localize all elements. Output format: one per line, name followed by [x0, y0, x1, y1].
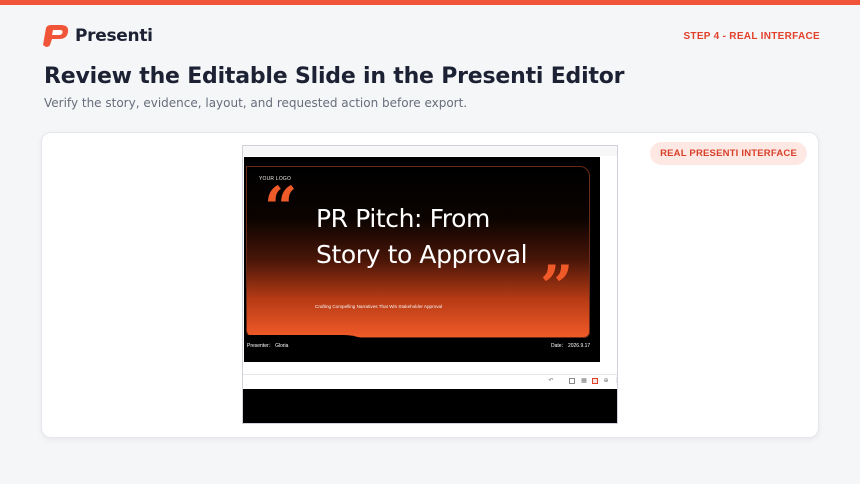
brand-name: Presenti [75, 26, 153, 46]
brand-logo: Presenti [40, 24, 153, 48]
interface-badge: REAL PRESENTI INTERFACE [650, 142, 807, 165]
grid-icon[interactable]: ▦ [581, 378, 587, 384]
slide-presenter[interactable]: Presenter： Gloria [247, 342, 288, 349]
slide-title[interactable]: PR Pitch: From Story to Approval [316, 201, 566, 273]
slide-date[interactable]: Date： 2026.9.17 [551, 342, 590, 349]
open-quote-mark: “ [264, 174, 298, 242]
slide-title-line2: Story to Approval [316, 240, 528, 269]
slide-title-line1: PR Pitch: From [316, 204, 490, 233]
top-accent-bar [0, 0, 860, 5]
step-label: STEP 4 - REAL INTERFACE [683, 31, 820, 42]
slide-subtitle[interactable]: Crafting Compelling Narratives That Win … [315, 304, 442, 309]
more-icon[interactable]: ⋮ [614, 378, 617, 384]
undo-icon[interactable]: ↶ [548, 378, 554, 384]
editor-bottom-panel [243, 389, 617, 423]
slide-canvas[interactable]: YOUR LOGO “ PR Pitch: From Story to Appr… [244, 157, 600, 362]
presenti-editor-screenshot: YOUR LOGO “ PR Pitch: From Story to Appr… [242, 145, 618, 424]
editor-top-strip [243, 146, 617, 156]
close-quote-mark: ” [540, 253, 574, 321]
add-icon[interactable]: ⊕ [603, 378, 609, 384]
editor-toolbar: ↶ ▦ ⊕ ⋮ [243, 363, 617, 389]
page-subtitle: Verify the story, evidence, layout, and … [44, 96, 468, 110]
header: Presenti STEP 4 - REAL INTERFACE [40, 24, 820, 50]
page-title: Review the Editable Slide in the Present… [44, 64, 625, 89]
toolbar-divider [243, 374, 617, 375]
presenti-logo-icon [43, 25, 69, 47]
slide-view-icon[interactable] [592, 378, 598, 384]
layout-icon[interactable] [569, 378, 575, 384]
